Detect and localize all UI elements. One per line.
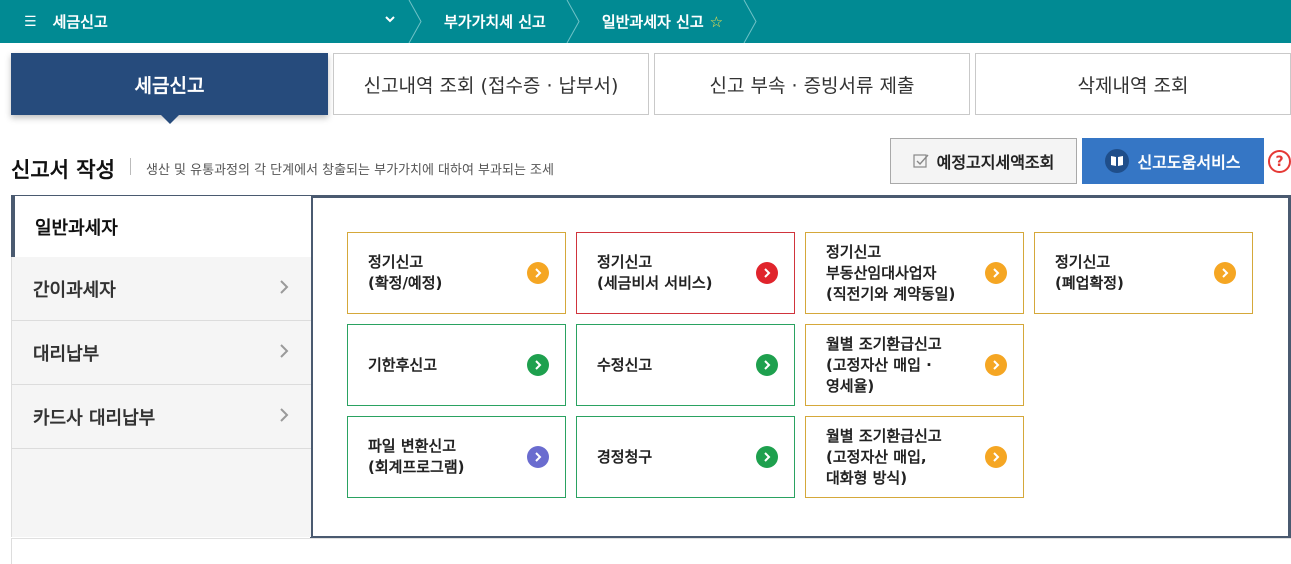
chevron-right-icon: [279, 406, 289, 427]
panel-bottom-area: [11, 538, 1291, 564]
chevron-down-icon[interactable]: [384, 13, 396, 28]
card-amended-filing[interactable]: 수정신고: [576, 324, 795, 406]
tab-label: 신고내역 조회 (접수증 · 납부서): [363, 74, 619, 97]
card-label-line: (직전기와 계약동일): [826, 284, 956, 303]
sidebar-list: 간이과세자 대리납부 카드사 대리납부: [11, 257, 311, 537]
card-label-line: 부동산임대사업자: [826, 263, 937, 282]
card-label-line: 정기신고: [1055, 253, 1111, 271]
sidebar-active-label: 일반과세자: [35, 218, 118, 239]
chevron-right-icon: [279, 278, 289, 299]
sidebar-item-simplified-taxpayer[interactable]: 간이과세자: [12, 257, 311, 321]
section-description: 생산 및 유통과정의 각 단계에서 창출되는 부가가치에 대하여 부과되는 조세: [146, 163, 554, 178]
active-tab-pointer: [159, 114, 180, 124]
card-label-line: (세금비서 서비스): [597, 274, 713, 292]
arrow-circle-icon: [756, 354, 778, 376]
tab-filing-history[interactable]: 신고내역 조회 (접수증 · 납부서): [333, 53, 649, 115]
arrow-circle-icon: [985, 262, 1007, 284]
card-label-line: (회계프로그램): [368, 458, 465, 476]
title-divider: [130, 158, 131, 175]
hamburger-icon[interactable]: ☰: [24, 14, 37, 30]
card-label-line: 수정신고: [597, 355, 653, 374]
card-label-line: (고정자산 매입,: [826, 447, 927, 466]
checklist-icon: [913, 153, 929, 169]
sidebar-item-label: 간이과세자: [33, 279, 116, 301]
card-correction-claim[interactable]: 경정청구: [576, 416, 795, 498]
card-regular-filing[interactable]: 정기신고 (확정/예정): [347, 232, 566, 314]
help-button-label: 신고도움서비스: [1137, 153, 1241, 172]
notice-tax-lookup-button[interactable]: 예정고지세액조회: [890, 138, 1077, 184]
arrow-circle-icon: [756, 446, 778, 468]
tab-tax-filing[interactable]: 세금신고: [11, 53, 328, 124]
card-label: 수정신고: [597, 355, 652, 376]
card-label-line: 대화형 방식): [826, 468, 908, 487]
breadcrumb-separator-icon: [408, 0, 422, 43]
card-label: 기한후신고: [368, 355, 437, 376]
card-label-line: (고정자산 매입 ·: [826, 355, 932, 374]
top-breadcrumb-bar: ☰ 세금신고 부가가치세 신고 일반과세자 신고 ☆: [0, 0, 1291, 43]
card-label-line: 정기신고: [597, 253, 653, 271]
card-regular-filing-closure[interactable]: 정기신고 (폐업확정): [1034, 232, 1253, 314]
sidebar-item-label: 대리납부: [33, 343, 100, 365]
arrow-circle-icon: [527, 446, 549, 468]
sidebar-item-label: 카드사 대리납부: [33, 407, 156, 429]
card-label: 경정청구: [597, 447, 652, 468]
card-regular-filing-real-estate[interactable]: 정기신고부동산임대사업자 (직전기와 계약동일): [805, 232, 1024, 314]
arrow-circle-icon: [985, 446, 1007, 468]
sidebar-item-proxy-payment[interactable]: 대리납부: [12, 321, 311, 385]
book-icon: [1105, 149, 1130, 173]
arrow-circle-icon: [756, 262, 778, 284]
arrow-circle-icon: [527, 354, 549, 376]
card-label-line: 월별 조기환급신고: [826, 426, 942, 445]
tab-label: 세금신고: [134, 74, 205, 97]
card-label-line: 기한후신고: [368, 355, 438, 374]
sidebar-item-card-proxy-payment[interactable]: 카드사 대리납부: [12, 385, 311, 449]
card-label: 파일 변환신고 (회계프로그램): [368, 436, 465, 478]
sidebar-item-general-taxpayer[interactable]: 일반과세자: [11, 195, 311, 257]
card-label-line: (폐업확정): [1055, 274, 1124, 292]
top-menu-label: 세금신고: [52, 13, 108, 31]
card-monthly-early-refund[interactable]: 월별 조기환급신고 (고정자산 매입 · 영세율): [805, 324, 1024, 406]
breadcrumb-label: 부가가치세 신고: [444, 13, 546, 31]
card-label: 정기신고 (폐업확정): [1055, 252, 1124, 294]
card-late-filing[interactable]: 기한후신고: [347, 324, 566, 406]
arrow-circle-icon: [985, 354, 1007, 376]
chevron-right-icon: [279, 342, 289, 363]
top-menu-selector[interactable]: ☰ 세금신고: [0, 0, 408, 43]
card-file-conversion-filing[interactable]: 파일 변환신고 (회계프로그램): [347, 416, 566, 498]
card-label: 정기신고 (세금비서 서비스): [597, 252, 713, 294]
breadcrumb-item-vat[interactable]: 부가가치세 신고: [422, 0, 566, 43]
breadcrumb-label: 일반과세자 신고: [601, 13, 704, 31]
tab-label: 삭제내역 조회: [1077, 74, 1189, 97]
card-label-line: 파일 변환신고: [368, 437, 457, 455]
breadcrumb-separator-icon: [566, 0, 580, 43]
card-label: 정기신고부동산임대사업자 (직전기와 계약동일): [826, 242, 955, 305]
card-label: 월별 조기환급신고 (고정자산 매입, 대화형 방식): [826, 426, 942, 489]
card-label: 정기신고 (확정/예정): [368, 252, 442, 294]
breadcrumb-item-general[interactable]: 일반과세자 신고 ☆: [580, 0, 743, 43]
card-label-line: 정기신고: [826, 242, 882, 261]
tab-deleted-history[interactable]: 삭제내역 조회: [975, 53, 1291, 115]
notice-button-label: 예정고지세액조회: [936, 153, 1055, 172]
card-label-line: 정기신고: [368, 253, 424, 271]
arrow-circle-icon: [527, 262, 549, 284]
tab-label: 신고 부속 · 증빙서류 제출: [709, 74, 915, 97]
breadcrumb-separator-icon: [743, 0, 757, 43]
tab-attachments[interactable]: 신고 부속 · 증빙서류 제출: [654, 53, 970, 115]
card-label-line: 경정청구: [597, 447, 653, 466]
arrow-circle-icon: [1214, 262, 1236, 284]
card-label: 월별 조기환급신고 (고정자산 매입 · 영세율): [826, 334, 942, 397]
card-regular-filing-tax-secretary[interactable]: 정기신고 (세금비서 서비스): [576, 232, 795, 314]
card-label-line: 월별 조기환급신고: [826, 334, 942, 353]
card-monthly-early-refund-interactive[interactable]: 월별 조기환급신고 (고정자산 매입, 대화형 방식): [805, 416, 1024, 498]
help-question-icon[interactable]: ?: [1268, 150, 1291, 173]
card-label-line: (확정/예정): [368, 274, 443, 292]
card-label-line: 영세율): [826, 376, 875, 395]
filing-help-service-button[interactable]: 신고도움서비스: [1082, 138, 1264, 184]
section-title: 신고서 작성: [11, 158, 115, 182]
favorite-star-icon[interactable]: ☆: [710, 13, 723, 31]
